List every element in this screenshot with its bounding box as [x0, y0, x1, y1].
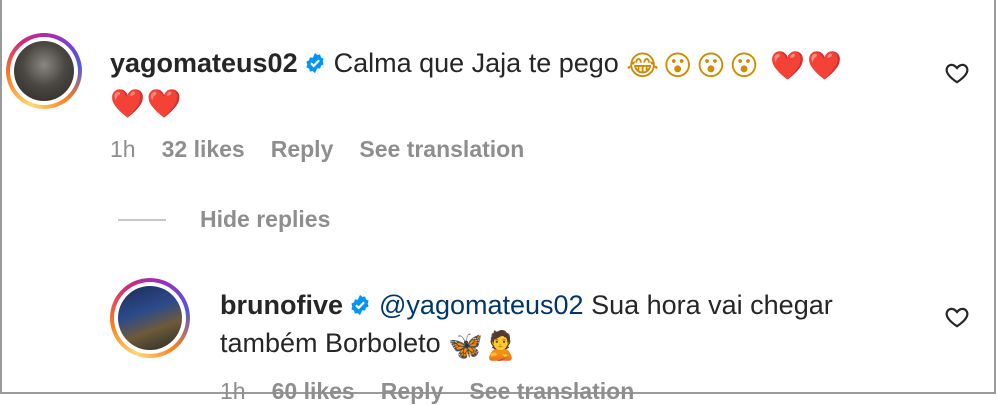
see-translation-link[interactable]: See translation [359, 136, 524, 163]
reply-time: 1h [220, 378, 246, 404]
comment-text: Calma que Jaja te pego [333, 48, 619, 78]
reply-username[interactable]: brunofive [220, 290, 343, 320]
reply-avatar-photo [118, 286, 182, 350]
reply-text-line1: Sua hora vai chegar [591, 290, 833, 320]
heart-outline-icon[interactable] [944, 304, 970, 330]
avatar-photo [14, 41, 74, 101]
reply-text-line2: também Borboleto [220, 328, 441, 358]
reply-emojis: 🦋🙎 [448, 329, 518, 362]
reply-button[interactable]: Reply [271, 136, 334, 163]
reply-meta: 1h 60 likes Reply See translation [220, 378, 634, 405]
reply-avatar[interactable] [110, 278, 190, 358]
reply-body: brunofive @yagomateus02 Sua hora vai che… [220, 286, 920, 362]
mention-link[interactable]: @yagomateus02 [379, 290, 584, 320]
comment-meta: 1h 32 likes Reply See translation [110, 136, 524, 163]
avatar[interactable] [6, 33, 82, 109]
divider [118, 218, 166, 221]
verified-badge-icon [351, 294, 369, 316]
verified-badge-icon [305, 52, 324, 74]
comment-time: 1h [110, 136, 136, 162]
reply-see-translation-link[interactable]: See translation [469, 378, 634, 405]
emoji-faces: 😂😮😮😮 [626, 49, 763, 82]
hide-replies-toggle[interactable]: Hide replies [118, 206, 330, 233]
emoji-hearts-line2: ❤️❤️ [110, 87, 184, 120]
reply-likes[interactable]: 60 likes [272, 378, 355, 405]
reply-reply-button[interactable]: Reply [381, 378, 444, 405]
comment-likes[interactable]: 32 likes [162, 136, 245, 163]
comment-body: yagomateus02 Calma que Jaja te pego 😂😮😮😮… [110, 44, 910, 120]
heart-outline-icon[interactable] [944, 60, 970, 86]
hide-replies-label[interactable]: Hide replies [200, 206, 330, 233]
emoji-hearts: ❤️❤️ [770, 49, 844, 82]
comment-username[interactable]: yagomateus02 [110, 48, 298, 78]
